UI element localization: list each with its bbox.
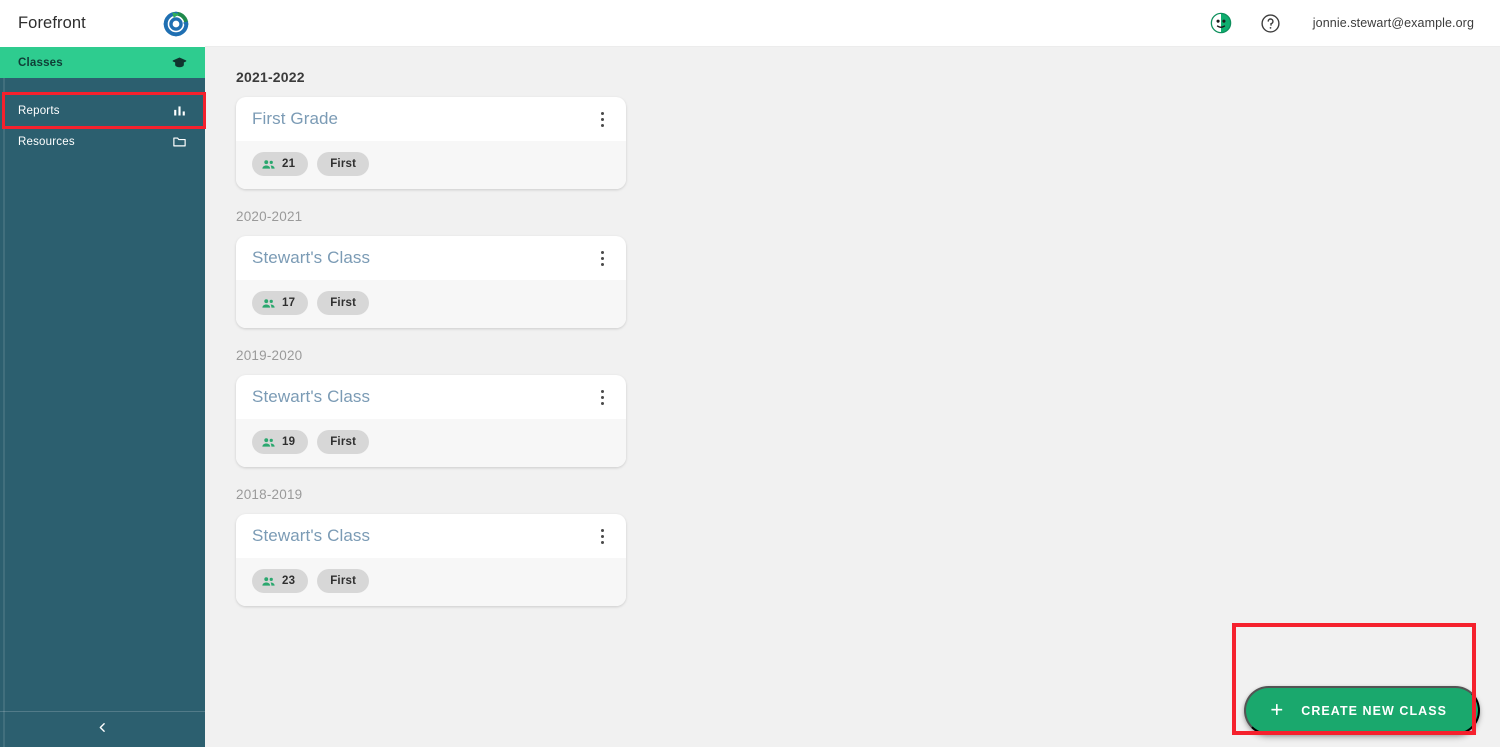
sidebar-item-classes[interactable]: Classes bbox=[0, 47, 205, 78]
user-avatar-icon[interactable] bbox=[1210, 12, 1260, 34]
grade-value: First bbox=[330, 297, 357, 309]
class-card-header: First Grade bbox=[236, 97, 626, 141]
folder-icon bbox=[171, 134, 187, 150]
brand-name: Forefront bbox=[18, 14, 86, 32]
class-card-body: 17 First bbox=[236, 280, 626, 328]
grade-chip: First bbox=[317, 569, 370, 593]
class-card[interactable]: First Grade 21 First bbox=[236, 97, 626, 189]
class-card-body: 19 First bbox=[236, 419, 626, 467]
student-count-value: 23 bbox=[282, 575, 296, 587]
student-count-chip: 19 bbox=[252, 430, 309, 454]
student-count-chip: 23 bbox=[252, 569, 309, 593]
class-card-header: Stewart's Class bbox=[236, 236, 626, 280]
topbar: jonnie.stewart@example.org bbox=[205, 0, 1500, 47]
sidebar-collapse-button[interactable] bbox=[0, 711, 205, 747]
sidebar-item-resources[interactable]: Resources bbox=[0, 126, 205, 157]
student-count-value: 17 bbox=[282, 297, 296, 309]
year-group: 2020-2021 Stewart's Class 17 First bbox=[236, 209, 1500, 328]
kebab-menu-icon[interactable] bbox=[592, 523, 612, 549]
help-circle-icon[interactable] bbox=[1260, 13, 1313, 34]
class-card-header: Stewart's Class bbox=[236, 514, 626, 558]
sidebar: Forefront Classes Reports Resources bbox=[0, 0, 206, 747]
app-root: Forefront Classes Reports Resources jonn… bbox=[0, 0, 1500, 747]
grade-chip: First bbox=[317, 152, 370, 176]
brand-header: Forefront bbox=[0, 0, 205, 47]
graduation-cap-icon bbox=[171, 55, 187, 71]
student-count-chip: 21 bbox=[252, 152, 309, 176]
create-new-class-button[interactable]: + CREATE NEW CLASS bbox=[1244, 686, 1480, 735]
class-card-header: Stewart's Class bbox=[236, 375, 626, 419]
kebab-menu-icon[interactable] bbox=[592, 106, 612, 132]
year-label: 2018-2019 bbox=[236, 487, 303, 502]
class-card-body: 21 First bbox=[236, 141, 626, 189]
grade-value: First bbox=[330, 158, 357, 170]
year-group: 2018-2019 Stewart's Class 23 First bbox=[236, 487, 1500, 606]
student-count-value: 21 bbox=[282, 158, 296, 170]
class-card[interactable]: Stewart's Class 23 First bbox=[236, 514, 626, 606]
year-group: 2019-2020 Stewart's Class 19 First bbox=[236, 348, 1500, 467]
forefront-circular-arrows-logo-icon bbox=[161, 9, 191, 39]
kebab-menu-icon[interactable] bbox=[592, 245, 612, 271]
classes-list: 2021-2022 First Grade 21 First 2020-2021… bbox=[205, 47, 1500, 747]
class-card[interactable]: Stewart's Class 1 bbox=[236, 375, 626, 467]
sidebar-item-reports-label: Reports bbox=[18, 104, 60, 117]
user-email-label[interactable]: jonnie.stewart@example.org bbox=[1313, 16, 1474, 30]
people-icon bbox=[261, 574, 276, 589]
grade-chip: First bbox=[317, 430, 370, 454]
class-card-body: 23 First bbox=[236, 558, 626, 606]
class-card-title[interactable]: Stewart's Class bbox=[252, 526, 370, 546]
student-count-value: 19 bbox=[282, 436, 296, 448]
class-card-title[interactable]: Stewart's Class bbox=[252, 387, 370, 407]
grade-value: First bbox=[330, 575, 357, 587]
people-icon bbox=[261, 157, 276, 172]
bar-chart-icon bbox=[171, 103, 187, 119]
sidebar-filler bbox=[0, 157, 205, 711]
year-group: 2021-2022 First Grade 21 First bbox=[236, 69, 1500, 189]
sidebar-item-reports[interactable]: Reports bbox=[0, 95, 205, 126]
main-area: jonnie.stewart@example.org 2021-2022 Fir… bbox=[205, 0, 1500, 747]
people-icon bbox=[261, 435, 276, 450]
year-label: 2021-2022 bbox=[236, 69, 305, 85]
class-card-title[interactable]: First Grade bbox=[252, 109, 338, 129]
class-card-title[interactable]: Stewart's Class bbox=[252, 248, 370, 268]
chevron-left-icon bbox=[96, 721, 109, 739]
create-new-class-container: + CREATE NEW CLASS bbox=[1232, 623, 1480, 735]
create-new-class-label: CREATE NEW CLASS bbox=[1301, 703, 1447, 718]
student-count-chip: 17 bbox=[252, 291, 309, 315]
sidebar-item-resources-label: Resources bbox=[18, 135, 75, 148]
grade-chip: First bbox=[317, 291, 370, 315]
people-icon bbox=[261, 296, 276, 311]
year-label: 2020-2021 bbox=[236, 209, 303, 224]
grade-value: First bbox=[330, 436, 357, 448]
sidebar-item-classes-label: Classes bbox=[18, 56, 63, 69]
class-card[interactable]: Stewart's Class 1 bbox=[236, 236, 626, 328]
sidebar-nav: Classes Reports Resources bbox=[0, 47, 206, 157]
kebab-menu-icon[interactable] bbox=[592, 384, 612, 410]
plus-icon: + bbox=[1270, 696, 1285, 722]
year-label: 2019-2020 bbox=[236, 348, 303, 363]
